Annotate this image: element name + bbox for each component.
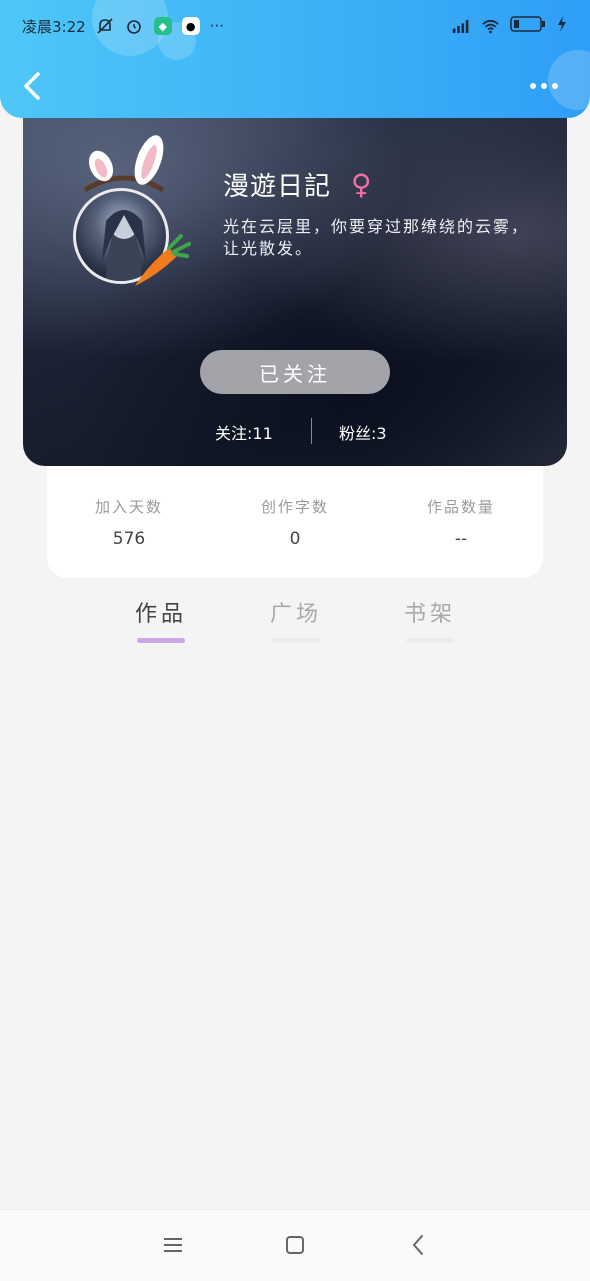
tab-underline	[272, 638, 320, 643]
tab-works[interactable]: 作品	[126, 596, 196, 643]
system-nav-bar	[0, 1209, 590, 1281]
avatar-frame	[71, 130, 191, 286]
tab-square[interactable]: 广场	[261, 596, 331, 643]
back-arrow-icon[interactable]	[18, 68, 48, 104]
stat-label: 创作字数	[260, 498, 329, 516]
stat-join-days: 加入天数 576	[49, 496, 209, 549]
stat-label: 加入天数	[94, 498, 163, 516]
stat-works-count: 作品数量 --	[381, 496, 541, 549]
home-square-icon[interactable]	[282, 1232, 308, 1258]
wifi-icon	[481, 17, 500, 36]
followers-count[interactable]: 粉丝:3	[339, 420, 387, 444]
more-notifications-icon: ···	[209, 17, 224, 35]
status-time: 凌晨3:22	[22, 17, 86, 36]
status-bar: 凌晨3:22 ◆ ● ···	[0, 0, 590, 52]
nav-back-icon[interactable]	[406, 1232, 432, 1258]
stat-value: 0	[289, 529, 301, 549]
follow-stats: 关注:11 粉丝:3	[23, 418, 567, 444]
security-app-icon: ◆	[153, 17, 172, 35]
female-gender-icon: ♀	[351, 168, 372, 201]
stat-label: 作品数量	[426, 498, 495, 516]
profile-tabs: 作品 广场 书架	[0, 590, 590, 646]
menu-icon[interactable]	[160, 1232, 186, 1258]
stats-panel: 加入天数 576 创作字数 0 作品数量 --	[47, 466, 543, 578]
profile-card: 漫遊日記 ♀ 光在云层里，你要穿过那缭绕的云雾，让光散发。 已关注 关注:11 …	[23, 110, 567, 466]
alarm-clock-icon	[125, 17, 144, 36]
active-tab-underline	[137, 638, 185, 643]
tab-label: 作品	[134, 602, 187, 627]
followed-button[interactable]: 已关注	[200, 350, 390, 394]
charging-icon	[556, 15, 568, 37]
battery-icon	[510, 15, 546, 37]
profile-signature: 光在云层里，你要穿过那缭绕的云雾，让光散发。	[223, 217, 530, 258]
tab-label: 书架	[403, 602, 456, 627]
signal-icon	[452, 17, 471, 36]
tab-underline	[406, 638, 454, 643]
stats-divider	[311, 418, 312, 444]
tab-bookshelf[interactable]: 书架	[395, 596, 465, 643]
tab-label: 广场	[269, 602, 322, 627]
stat-word-count: 创作字数 0	[215, 496, 375, 549]
qq-penguin-icon: ●	[181, 17, 200, 35]
stat-value: 576	[112, 529, 146, 549]
stat-value: --	[454, 529, 468, 549]
carrot-icon	[135, 234, 191, 286]
top-header: 凌晨3:22 ◆ ● ···	[0, 0, 590, 118]
more-dots-icon[interactable]	[530, 74, 564, 98]
mute-bell-icon	[96, 17, 115, 36]
following-count[interactable]: 关注:11	[215, 420, 273, 444]
profile-nickname: 漫遊日記	[223, 172, 332, 202]
